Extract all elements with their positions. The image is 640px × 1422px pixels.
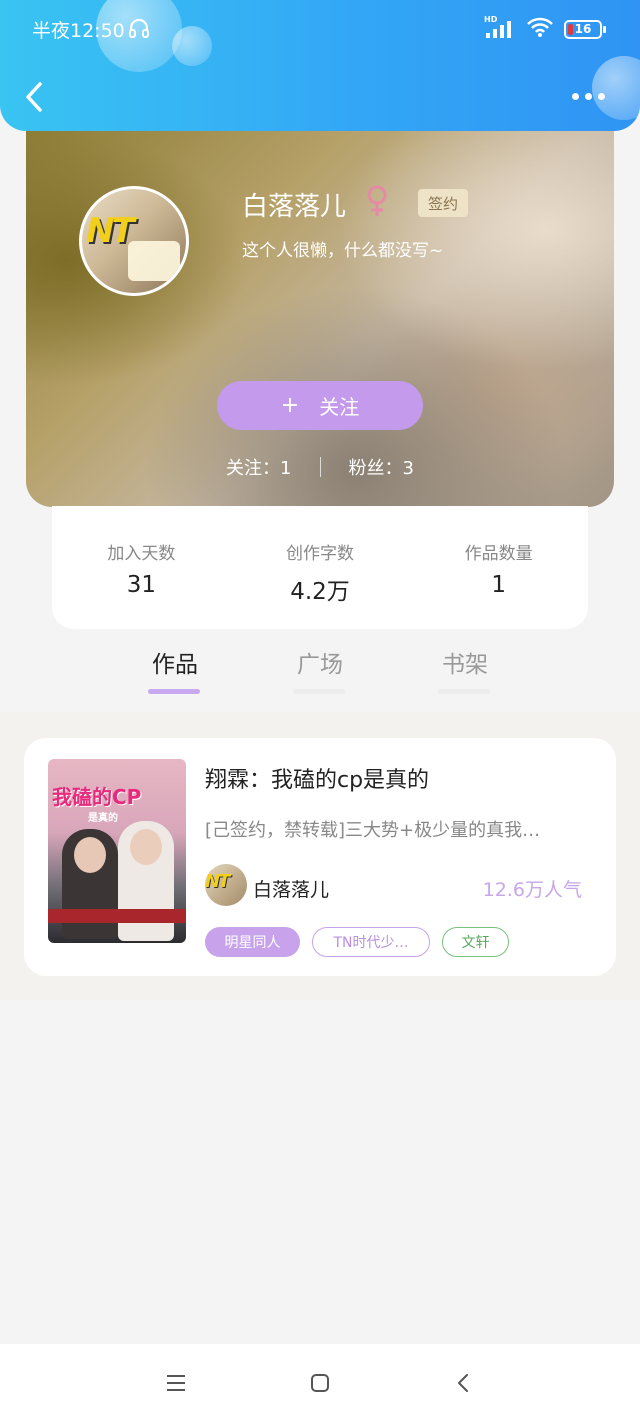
fans-count[interactable]: 粉丝：3	[349, 454, 414, 480]
cover-face	[130, 829, 162, 865]
menu-icon	[167, 1375, 185, 1391]
user-bio: 这个人很懒，什么都没写~	[242, 241, 444, 261]
follow-stats: 关注：1 粉丝：3	[26, 454, 614, 480]
top-header: 半夜12:50 HD 16	[0, 0, 640, 131]
stat-label: 创作字数	[286, 544, 354, 564]
back-arrow-icon	[458, 1374, 468, 1392]
book-title[interactable]: 翔霖：我磕的cp是真的	[205, 762, 429, 794]
stat-value: 4.2万	[290, 579, 350, 605]
tab-label: 作品	[152, 652, 198, 678]
more-dot-icon	[572, 92, 579, 100]
tab-works[interactable]: 作品	[135, 645, 215, 694]
avatar[interactable]: NT	[79, 186, 189, 296]
more-options-button[interactable]	[572, 86, 612, 106]
book-description: [己签约，禁转载]三大势+极少量的真我…	[205, 820, 541, 841]
system-nav-bar	[0, 1344, 640, 1422]
follow-button[interactable]: + 关注	[217, 381, 423, 430]
more-dot-icon	[598, 92, 605, 100]
follow-button-label: 关注	[319, 395, 360, 419]
menu-button[interactable]	[159, 1366, 193, 1400]
tag-chip[interactable]: 文轩	[442, 927, 509, 957]
status-indicators: HD 16	[484, 15, 606, 42]
system-back-button[interactable]	[447, 1366, 481, 1400]
stat-join-days: 加入天数 31	[52, 506, 231, 629]
cover-face	[74, 837, 106, 873]
status-time: 半夜12:50	[32, 20, 125, 42]
chevron-left-icon	[26, 82, 42, 112]
headphone-icon	[128, 17, 150, 43]
book-card[interactable]: 我磕的CP 是真的 翔霖：我磕的cp是真的 [己签约，禁转载]三大势+极少量的真…	[24, 738, 616, 976]
book-tags: 明星同人 TN时代少… 文轩	[205, 927, 509, 957]
tag-chip[interactable]: TN时代少…	[312, 927, 430, 957]
following-count[interactable]: 关注：1	[226, 454, 291, 480]
stats-card: 加入天数 31 创作字数 4.2万 作品数量 1	[52, 506, 588, 629]
tab-square[interactable]: 广场	[280, 645, 360, 694]
tab-label: 书架	[442, 652, 488, 678]
avatar-logo: NT	[86, 211, 135, 251]
more-dot-icon	[585, 92, 592, 100]
stat-label: 作品数量	[464, 544, 533, 564]
stat-label: 加入天数	[107, 544, 176, 564]
plus-icon: +	[280, 393, 300, 418]
tab-label: 广场	[297, 652, 343, 678]
home-square-icon	[311, 1374, 329, 1392]
stat-word-count: 创作字数 4.2万	[231, 506, 410, 629]
battery-icon: 16	[564, 19, 606, 39]
tab-indicator	[438, 689, 490, 694]
popularity-count: 12.6万人气	[482, 879, 582, 901]
profile-tabs: 作品 广场 书架	[0, 645, 640, 697]
tag-chip[interactable]: 明星同人	[205, 927, 300, 957]
cover-subtitle: 是真的	[88, 813, 118, 824]
female-icon	[364, 184, 390, 222]
home-button[interactable]	[303, 1366, 337, 1400]
tab-indicator	[148, 689, 200, 694]
stat-value: 31	[126, 572, 156, 598]
tab-indicator	[293, 689, 345, 694]
author-avatar[interactable]: NT	[205, 864, 247, 906]
user-name: 白落落儿	[242, 192, 347, 222]
battery-level: 16	[574, 22, 592, 36]
signed-badge: 签约	[418, 189, 468, 217]
wifi-icon	[526, 16, 554, 42]
avatar-decoration	[128, 241, 180, 281]
back-button[interactable]	[20, 78, 50, 116]
stat-works-count: 作品数量 1	[409, 506, 588, 629]
book-cover[interactable]: 我磕的CP 是真的	[48, 759, 186, 943]
signal-icon: HD	[484, 15, 516, 40]
author-name[interactable]: 白落落儿	[253, 875, 329, 902]
cover-keyboard	[48, 909, 186, 923]
profile-card: NT 白落落儿 签约 这个人很懒，什么都没写~ + 关注 关注：1 粉丝：3	[26, 110, 614, 507]
cover-title: 我磕的CP	[52, 785, 142, 809]
stat-value: 1	[491, 572, 506, 598]
divider	[319, 457, 321, 477]
decorative-bubble	[172, 26, 212, 66]
tab-bookshelf[interactable]: 书架	[425, 645, 505, 694]
